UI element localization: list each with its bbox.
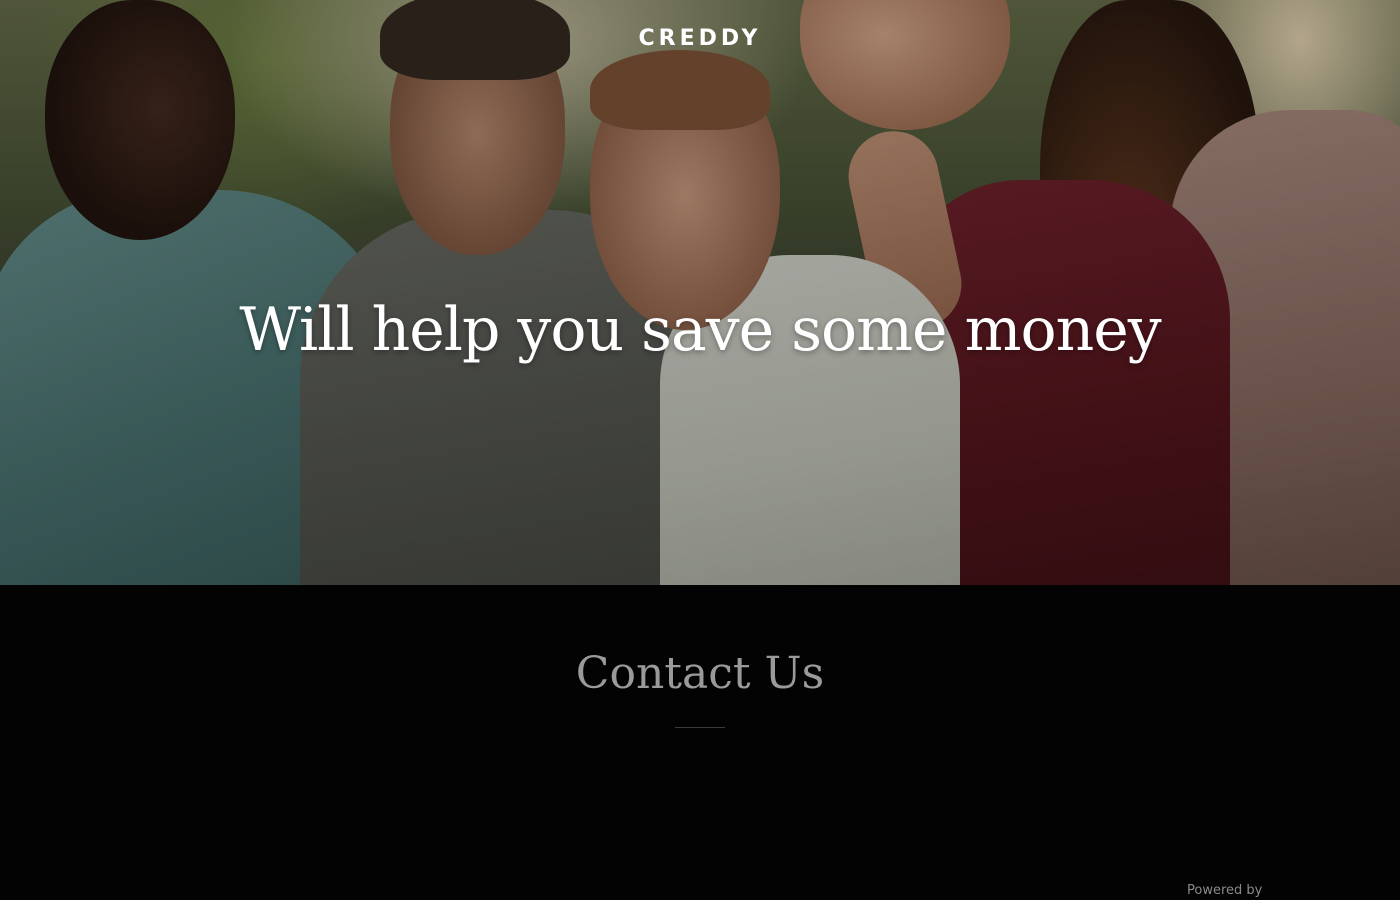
hero-headline: Will help you save some money: [239, 295, 1161, 365]
contact-section: Contact Us Powered by: [0, 585, 1400, 900]
site-logo[interactable]: CREDDY: [0, 26, 1400, 51]
contact-title: Contact Us: [575, 648, 825, 699]
hero-section: CREDDY Will help you save some money: [0, 0, 1400, 585]
powered-by-label[interactable]: Powered by: [1187, 883, 1262, 898]
section-divider: [675, 727, 725, 728]
